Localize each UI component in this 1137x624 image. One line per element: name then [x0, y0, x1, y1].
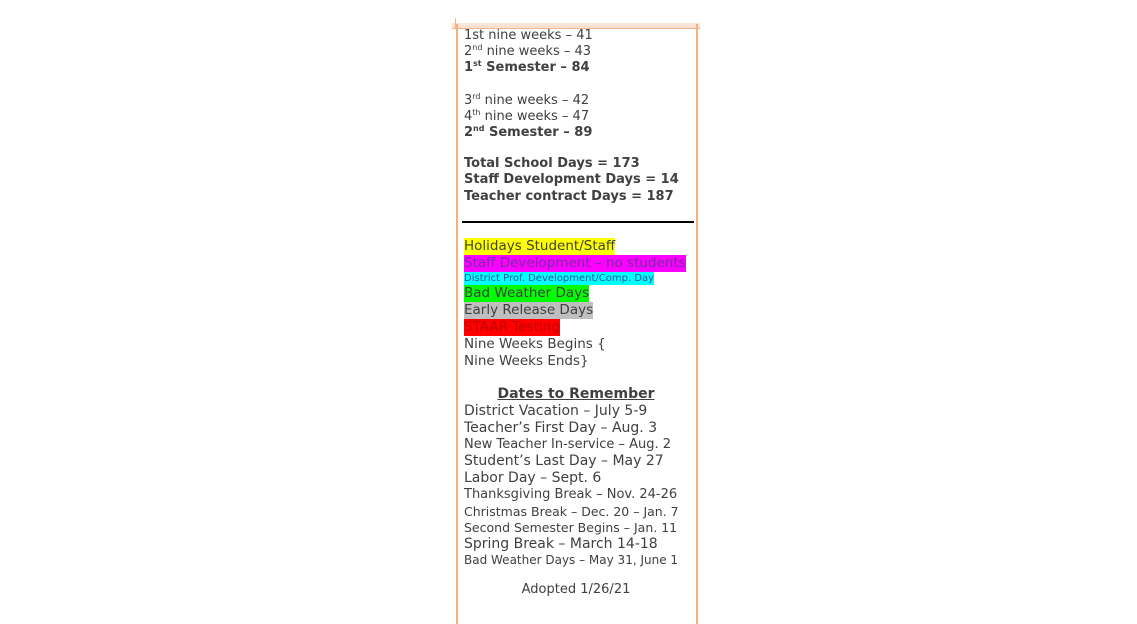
legend-content: 1st nine weeks – 41 2nd nine weeks – 43 …: [462, 28, 696, 597]
teacher-contract-days: Teacher contract Days = 187: [464, 188, 674, 204]
legend-early-release-days: Early Release Days: [464, 301, 594, 319]
date-item: Student’s Last Day – May 27: [464, 453, 664, 470]
adopted-date: Adopted 1/26/21: [521, 581, 631, 597]
date-item: Christmas Break – Dec. 20 – Jan. 7: [464, 503, 679, 519]
date-item: Thanksgiving Break – Nov. 24-26: [464, 487, 678, 503]
total-school-days: Total School Days = 173: [464, 156, 640, 172]
date-item: Teacher’s First Day – Aug. 3: [464, 419, 658, 436]
first-nine-weeks: 1st nine weeks – 41: [464, 28, 593, 43]
legend-nine-weeks-begins: Nine Weeks Begins {: [464, 335, 606, 352]
first-semester: 1st Semester – 84: [464, 59, 590, 76]
fourth-nine-weeks: 4th nine weeks – 47: [464, 107, 590, 124]
staff-development-days: Staff Development Days = 14: [464, 172, 679, 188]
legend-nine-weeks-ends: Nine Weeks Ends}: [464, 352, 589, 369]
date-item: District Vacation – July 5-9: [464, 402, 648, 419]
second-nine-weeks: 2nd nine weeks – 43: [464, 43, 592, 60]
legend-holidays: Holidays Student/Staff: [464, 237, 616, 255]
date-item: New Teacher In-service – Aug. 2: [464, 436, 672, 452]
divider-line: [462, 220, 694, 223]
date-item: Bad Weather Days – May 31, June 1: [464, 552, 679, 567]
legend-district-prof-development: District Prof. Development/Comp. Day: [464, 271, 655, 285]
date-item: Spring Break – March 14-18: [464, 535, 658, 552]
color-legend: Holidays Student/Staff Staff Development…: [464, 237, 696, 370]
legend-staar-testing: STAAR Testing: [464, 318, 560, 336]
dates-to-remember-heading: Dates to Remember: [497, 385, 655, 402]
third-nine-weeks: 3rd nine weeks – 42: [464, 91, 590, 108]
date-item: Second Semester Begins – Jan. 11: [464, 519, 678, 535]
legend-staff-development: Staff Development – no students: [464, 254, 686, 272]
date-item: Labor Day – Sept. 6: [464, 470, 602, 487]
legend-bad-weather-days: Bad Weather Days: [464, 284, 590, 302]
second-semester: 2nd Semester – 89: [464, 124, 593, 141]
